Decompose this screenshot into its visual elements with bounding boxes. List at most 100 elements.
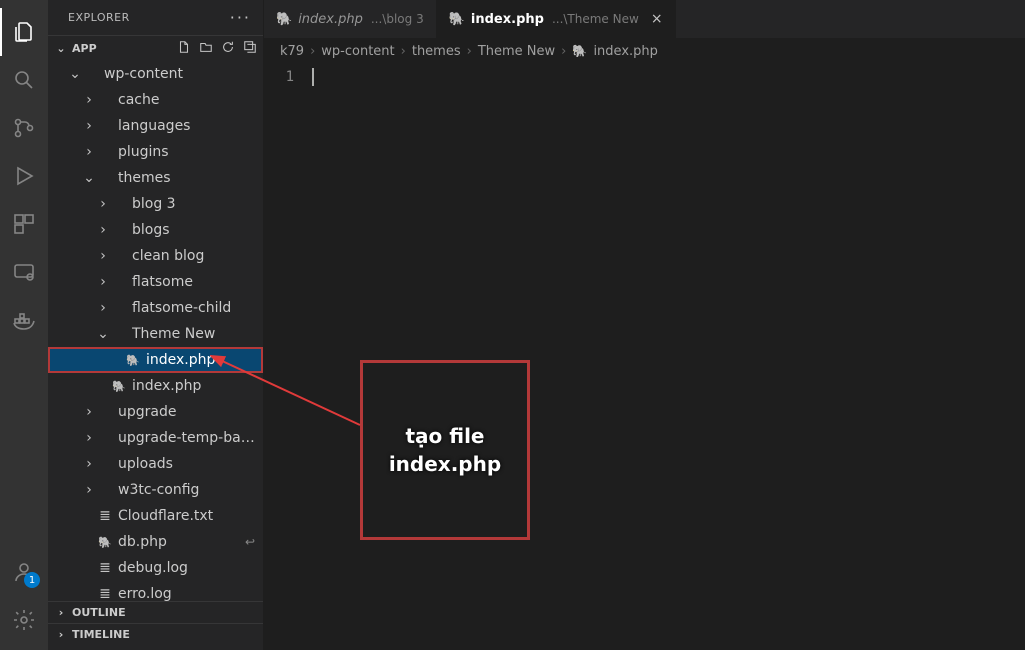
chevron-right-icon: › <box>82 482 96 498</box>
tree-item-label: erro.log <box>118 586 255 601</box>
tree-file[interactable]: ≣debug.log <box>48 555 263 581</box>
tree-item-label: wp-content <box>104 66 255 82</box>
breadcrumb-segment[interactable]: 🐘 index.php <box>572 44 658 59</box>
tree-folder[interactable]: ›upgrade-temp-backup <box>48 425 263 451</box>
file-tree: ⌄wp-content›cache›languages›plugins⌄them… <box>48 61 263 601</box>
docker-icon <box>12 308 36 332</box>
tree-folder[interactable]: ⌄wp-content <box>48 61 263 87</box>
chevron-right-icon: › <box>82 144 96 160</box>
tree-file[interactable]: ≣erro.log <box>48 581 263 601</box>
tab-filename: index.php <box>471 12 544 27</box>
code-line[interactable] <box>312 67 1025 87</box>
tab-path-hint: ...\Theme New <box>552 12 639 26</box>
tree-item-label: clean blog <box>132 248 255 264</box>
activity-search[interactable] <box>0 56 48 104</box>
section-header-timeline[interactable]: › TIMELINE <box>48 624 263 645</box>
tree-folder[interactable]: ›upgrade <box>48 399 263 425</box>
activity-explorer[interactable] <box>0 8 48 56</box>
code-area[interactable]: 1 <box>264 65 1025 650</box>
sidebar-more-button[interactable]: ··· <box>230 8 251 27</box>
section-header-workspace[interactable]: ⌄ APP <box>48 36 263 61</box>
text-file-icon: ≣ <box>96 508 114 524</box>
play-bug-icon <box>12 164 36 188</box>
chevron-right-icon: › <box>96 196 110 212</box>
tree-item-label: blogs <box>132 222 255 238</box>
chevron-right-icon: › <box>467 44 472 59</box>
editor-tab[interactable]: 🐘index.php...\Theme New× <box>437 0 676 38</box>
tree-item-label: upgrade-temp-backup <box>118 430 255 446</box>
breadcrumbs: k79 › wp-content › themes › Theme New › 🐘 index.… <box>264 38 1025 65</box>
tree-item-label: plugins <box>118 144 255 160</box>
source-control-icon <box>12 116 36 140</box>
new-folder-button[interactable] <box>199 40 213 57</box>
extensions-icon <box>12 212 36 236</box>
activity-manage[interactable] <box>0 596 48 644</box>
php-file-icon: 🐘 <box>572 44 587 58</box>
chevron-down-icon: ⌄ <box>54 42 68 55</box>
editor-area: 🐘index.php...\blog 3🐘index.php...\Theme … <box>264 0 1025 650</box>
tree-folder[interactable]: › cache <box>48 87 263 113</box>
tree-folder[interactable]: › w3tc-config <box>48 477 263 503</box>
collapse-all-button[interactable] <box>243 40 257 57</box>
tree-item-label: db.php <box>118 534 241 550</box>
activity-bar: 1 <box>0 0 48 650</box>
chevron-right-icon: › <box>561 44 566 59</box>
tree-folder[interactable]: ›uploads <box>48 451 263 477</box>
editor-tabs: 🐘index.php...\blog 3🐘 index.php ...\Theme … <box>264 0 1025 38</box>
tree-item-label: flatsome-child <box>132 300 255 316</box>
tree-folder[interactable]: › plugins <box>48 139 263 165</box>
breadcrumb-segment[interactable]: Theme New <box>478 44 555 59</box>
chevron-right-icon: › <box>82 92 96 108</box>
php-file-icon: 🐘 <box>276 12 292 27</box>
chevron-right-icon: › <box>82 404 96 420</box>
activity-accounts[interactable]: 1 <box>0 548 48 596</box>
php-file-icon: 🐘 <box>124 354 142 367</box>
tree-item-label: w3tc-config <box>118 482 255 498</box>
tree-item-label: cache <box>118 92 255 108</box>
tree-folder[interactable]: ›blog 3 <box>48 191 263 217</box>
tree-folder[interactable]: ⌄themes <box>48 165 263 191</box>
new-file-button[interactable] <box>177 40 191 57</box>
chevron-right-icon: › <box>82 456 96 472</box>
refresh-button[interactable] <box>221 40 235 57</box>
remote-icon <box>12 260 36 284</box>
tree-folder[interactable]: ›blogs <box>48 217 263 243</box>
tree-folder[interactable]: ⌄Theme New <box>48 321 263 347</box>
section-title-workspace: APP <box>72 42 97 55</box>
tab-close-button[interactable]: × <box>651 11 663 27</box>
tree-item-label: index.php <box>132 378 255 394</box>
log-file-icon: ≣ <box>96 560 114 576</box>
breadcrumb-segment[interactable]: wp-content <box>321 44 394 59</box>
section-header-outline[interactable]: › OUTLINE <box>48 602 263 623</box>
tree-folder[interactable]: › flatsome-child <box>48 295 263 321</box>
tree-file[interactable]: 🐘db.php↩ <box>48 529 263 555</box>
tree-file[interactable]: 🐘index.php <box>48 373 263 399</box>
tree-item-label: flatsome <box>132 274 255 290</box>
annotation-text: tạo fileindex.php <box>389 422 501 478</box>
gear-icon <box>12 608 36 632</box>
section-title-outline: OUTLINE <box>72 606 126 619</box>
tree-item-label: index.php <box>146 352 255 368</box>
activity-source-control[interactable] <box>0 104 48 152</box>
chevron-right-icon: › <box>401 44 406 59</box>
chevron-right-icon: › <box>54 606 68 619</box>
chevron-right-icon: › <box>310 44 315 59</box>
activity-run-debug[interactable] <box>0 152 48 200</box>
breadcrumb-segment[interactable]: themes <box>412 44 461 59</box>
tree-file[interactable]: ≣Cloudflare.txt <box>48 503 263 529</box>
files-icon <box>12 20 36 44</box>
breadcrumb-segment[interactable]: k79 <box>280 44 304 59</box>
chevron-right-icon: › <box>82 118 96 134</box>
tree-file[interactable]: 🐘 index.php <box>48 347 263 373</box>
tree-folder[interactable]: ›flatsome <box>48 269 263 295</box>
tree-folder[interactable]: ›clean blog <box>48 243 263 269</box>
chevron-right-icon: › <box>96 300 110 316</box>
tree-folder[interactable]: ›languages <box>48 113 263 139</box>
cursor-icon <box>312 68 314 86</box>
activity-remote[interactable] <box>0 248 48 296</box>
activity-docker[interactable] <box>0 296 48 344</box>
dirty-indicator-icon: ↩ <box>245 535 255 549</box>
editor-tab[interactable]: 🐘index.php...\blog 3 <box>264 0 437 38</box>
tree-item-label: Cloudflare.txt <box>118 508 255 524</box>
activity-extensions[interactable] <box>0 200 48 248</box>
